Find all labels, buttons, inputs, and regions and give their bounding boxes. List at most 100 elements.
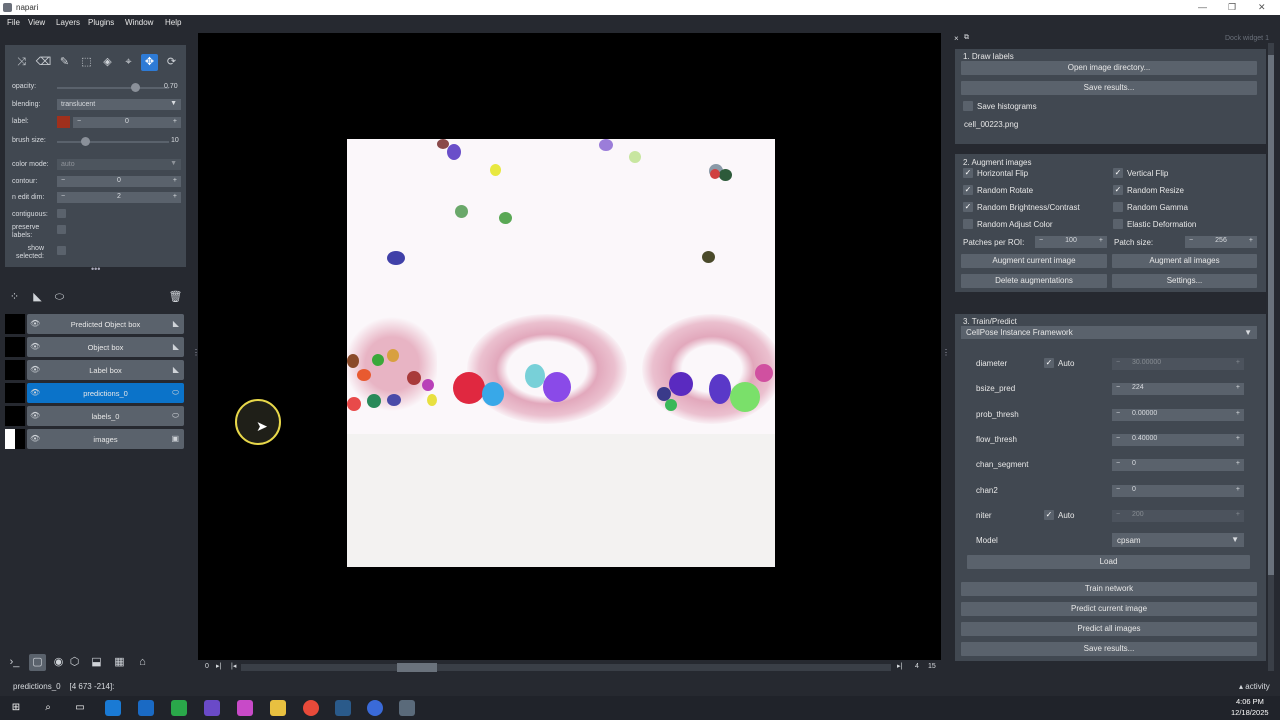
ndisplay-2d-icon[interactable]: ▢: [29, 654, 46, 671]
menu-window[interactable]: Window: [125, 18, 153, 27]
save-results-button-3[interactable]: Save results...: [961, 642, 1257, 656]
square-icon[interactable]: ⬓: [88, 654, 105, 671]
augment-settings-button[interactable]: Settings...: [1112, 274, 1257, 288]
contour-spinbox[interactable]: −0 +: [57, 176, 181, 187]
eye-icon[interactable]: 👁: [30, 365, 40, 374]
layer-row[interactable]: 👁 images ▣: [27, 429, 184, 449]
step-back-icon[interactable]: |◂: [231, 662, 236, 670]
patches-per-roi-spinbox[interactable]: −100 +: [1035, 236, 1107, 248]
transpose-icon[interactable]: ⬡: [66, 654, 83, 671]
param-spinbox[interactable]: −0 +: [1112, 484, 1244, 497]
auto-checkbox[interactable]: ✓: [1044, 358, 1054, 368]
open-image-directory-button[interactable]: Open image directory...: [961, 61, 1257, 75]
augment-checkbox[interactable]: ✓: [963, 168, 973, 178]
edge-icon[interactable]: [105, 700, 121, 716]
augment-checkbox[interactable]: [1113, 219, 1123, 229]
roll-dims-icon[interactable]: ◉: [50, 654, 67, 671]
play-icon[interactable]: ▸|: [216, 662, 221, 670]
blending-select[interactable]: translucent ▼: [57, 99, 181, 110]
predict-current-image-button[interactable]: Predict current image: [961, 602, 1257, 616]
param-spinbox[interactable]: −224 +: [1112, 383, 1244, 396]
framework-select[interactable]: CellPose Instance Framework ▼: [961, 326, 1257, 339]
patch-size-spinbox[interactable]: −256 +: [1185, 236, 1257, 248]
menu-plugins[interactable]: Plugins: [88, 18, 114, 27]
console-icon[interactable]: ›_: [6, 654, 23, 671]
splitter-handle[interactable]: •••: [91, 264, 100, 274]
search-icon[interactable]: ⌕: [40, 700, 56, 716]
erase-icon[interactable]: ⌫: [35, 54, 52, 71]
preserve-labels-checkbox[interactable]: [57, 225, 66, 234]
file-explorer-icon[interactable]: [270, 700, 286, 716]
save-histograms-checkbox[interactable]: [963, 101, 973, 111]
delete-layer-icon[interactable]: 🗑: [167, 289, 184, 306]
grid-icon[interactable]: ▦: [111, 654, 128, 671]
splitter-left[interactable]: ⋮: [192, 348, 200, 357]
dock-scrollbar[interactable]: [1268, 43, 1274, 671]
dims-slider-thumb[interactable]: [396, 663, 437, 672]
new-labels-layer-icon[interactable]: ⬭: [51, 289, 68, 306]
show-selected-checkbox[interactable]: [57, 246, 66, 255]
label-color-swatch[interactable]: [57, 116, 70, 128]
param-spinbox[interactable]: −0 +: [1112, 459, 1244, 472]
windows-start-icon[interactable]: ⊞: [8, 700, 24, 716]
train-network-button[interactable]: Train network: [961, 582, 1257, 596]
copilot-icon[interactable]: [237, 700, 253, 716]
new-points-layer-icon[interactable]: ⁘: [6, 289, 23, 306]
augment-checkbox[interactable]: ✓: [1113, 185, 1123, 195]
new-shapes-layer-icon[interactable]: ◣: [29, 289, 46, 306]
maximize-button[interactable]: ❐: [1228, 2, 1236, 13]
eye-icon[interactable]: 👁: [30, 319, 40, 328]
menu-help[interactable]: Help: [165, 18, 181, 27]
layer-row[interactable]: 👁 Predicted Object box ◣: [27, 314, 184, 334]
fill-bucket-icon[interactable]: ◈: [99, 54, 116, 71]
eye-icon[interactable]: 👁: [30, 388, 40, 397]
eye-icon[interactable]: 👁: [30, 434, 40, 443]
n-edit-dim-spinbox[interactable]: −2 +: [57, 192, 181, 203]
shuffle-colors-icon[interactable]: ⤨: [13, 54, 30, 71]
layer-row[interactable]: 👁 Label box ◣: [27, 360, 184, 380]
augment-current-image-button[interactable]: Augment current image: [961, 254, 1107, 268]
home-icon[interactable]: ⌂: [134, 654, 151, 671]
label-spinbox[interactable]: −0 +: [73, 117, 181, 128]
dims-slider-track[interactable]: [241, 664, 891, 671]
paint-brush-icon[interactable]: ✎: [56, 54, 73, 71]
color-picker-icon[interactable]: ⌖: [120, 54, 137, 71]
transform-icon[interactable]: ⟳: [163, 54, 180, 71]
param-spinbox[interactable]: −30.00000 +: [1112, 358, 1244, 370]
close-dock-icon[interactable]: ×: [954, 34, 959, 43]
param-spinbox[interactable]: −0.40000 +: [1112, 433, 1244, 446]
layer-row[interactable]: 👁 Object box ◣: [27, 337, 184, 357]
brush-size-slider[interactable]: [57, 141, 169, 143]
activity-button[interactable]: ▴ activity: [1239, 682, 1270, 691]
augment-checkbox[interactable]: ✓: [963, 185, 973, 195]
delete-augmentations-button[interactable]: Delete augmentations: [961, 274, 1107, 288]
outlook-icon[interactable]: [138, 700, 154, 716]
app-taskbar-icon[interactable]: [399, 700, 415, 716]
predict-all-images-button[interactable]: Predict all images: [961, 622, 1257, 636]
model-select[interactable]: cpsam ▼: [1112, 533, 1244, 547]
step-forward-icon[interactable]: ▸|: [897, 662, 902, 670]
chrome-icon[interactable]: [303, 700, 319, 716]
close-button[interactable]: ✕: [1258, 2, 1266, 13]
splitter-right[interactable]: ⋮: [942, 348, 950, 357]
menu-layers[interactable]: Layers: [56, 18, 80, 27]
task-view-icon[interactable]: ▭: [72, 700, 88, 716]
eye-icon[interactable]: 👁: [30, 411, 40, 420]
contiguous-checkbox[interactable]: [57, 209, 66, 218]
menu-file[interactable]: File: [7, 18, 20, 27]
napari-taskbar-icon[interactable]: [367, 700, 383, 716]
load-button[interactable]: Load: [967, 555, 1250, 569]
save-results-button-1[interactable]: Save results...: [961, 81, 1257, 95]
augment-checkbox[interactable]: ✓: [963, 202, 973, 212]
augment-checkbox[interactable]: ✓: [1113, 168, 1123, 178]
menu-view[interactable]: View: [28, 18, 45, 27]
pan-zoom-icon[interactable]: ✥: [141, 54, 158, 71]
param-spinbox[interactable]: −0.00000 +: [1112, 408, 1244, 421]
brush-size-slider-handle[interactable]: [81, 137, 90, 146]
minimize-button[interactable]: —: [1198, 2, 1207, 12]
augment-checkbox[interactable]: [1113, 202, 1123, 212]
augment-all-images-button[interactable]: Augment all images: [1112, 254, 1257, 268]
opacity-slider[interactable]: [57, 87, 169, 89]
param-spinbox[interactable]: −200 +: [1112, 509, 1244, 522]
auto-checkbox[interactable]: ✓: [1044, 509, 1054, 520]
